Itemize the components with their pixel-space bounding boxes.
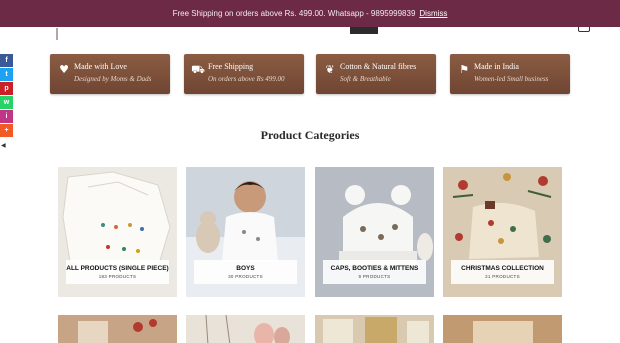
hide-share-toggle[interactable]: ◀ xyxy=(1,142,6,149)
feature-title: Free Shipping xyxy=(208,62,254,71)
feature-title: Made in India xyxy=(474,62,519,71)
feature-subtitle: On orders above Rs 499.00 xyxy=(208,75,285,83)
category-count: 9 PRODUCTS xyxy=(358,274,391,279)
dismiss-link[interactable]: Dismiss xyxy=(419,9,447,18)
category-label: ALL PRODUCTS (SINGLE PIECE) 183 PRODUCTS xyxy=(66,260,169,284)
category-label: CHRISTMAS COLLECTION 21 PRODUCTS xyxy=(451,260,554,284)
category-card-row2-3[interactable] xyxy=(315,315,434,343)
category-image xyxy=(315,315,434,343)
category-name: CHRISTMAS COLLECTION xyxy=(461,265,544,272)
twitter-icon[interactable]: t xyxy=(0,68,13,81)
announcement-bar: Free Shipping on orders above Rs. 499.00… xyxy=(0,0,620,27)
category-card-boys[interactable]: BOYS 30 PRODUCTS xyxy=(186,167,305,297)
category-card-row2-2[interactable] xyxy=(186,315,305,343)
category-count: 30 PRODUCTS xyxy=(228,274,263,279)
category-label: CAPS, BOOTIES & MITTENS 9 PRODUCTS xyxy=(323,260,426,284)
feature-title: Made with Love xyxy=(74,62,127,71)
feature-subtitle: Women-led Small business xyxy=(474,75,549,83)
category-card-all-products[interactable]: ALL PRODUCTS (SINGLE PIECE) 183 PRODUCTS xyxy=(58,167,177,297)
pinterest-icon[interactable]: p xyxy=(0,82,13,95)
flag-icon: ⚑ xyxy=(459,63,469,76)
category-name: ALL PRODUCTS (SINGLE PIECE) xyxy=(66,265,169,272)
feature-title: Cotton & Natural fibres xyxy=(340,62,417,71)
category-card-row2-1[interactable] xyxy=(58,315,177,343)
category-name: CAPS, BOOTIES & MITTENS xyxy=(330,265,419,272)
whatsapp-icon[interactable]: w xyxy=(0,96,13,109)
feature-subtitle: Soft & Breathable xyxy=(340,75,391,83)
category-count: 183 PRODUCTS xyxy=(98,274,137,279)
social-share-bar: f t p w i + xyxy=(0,54,13,138)
leaf-icon: ❦ xyxy=(325,63,335,76)
category-image xyxy=(443,315,562,343)
category-image xyxy=(58,315,177,343)
feature-made-in-india: ⚑ Made in India Women-led Small business xyxy=(450,54,570,94)
category-label: BOYS 30 PRODUCTS xyxy=(194,260,297,284)
category-image xyxy=(186,315,305,343)
facebook-icon[interactable]: f xyxy=(0,54,13,67)
section-title: Product Categories xyxy=(260,128,360,142)
category-card-row2-4[interactable] xyxy=(443,315,562,343)
truck-icon: ⛟ xyxy=(191,63,205,76)
heart-icon: ♥ xyxy=(59,63,69,76)
feature-cotton: ❦ Cotton & Natural fibres Soft & Breatha… xyxy=(316,54,436,94)
announcement-text: Free Shipping on orders above Rs. 499.00… xyxy=(172,9,416,18)
feature-strip: ♥ Made with Love Designed by Moms & Dads… xyxy=(50,54,570,94)
instagram-icon[interactable]: i xyxy=(0,110,13,123)
category-card-christmas[interactable]: CHRISTMAS COLLECTION 21 PRODUCTS xyxy=(443,167,562,297)
category-name: BOYS xyxy=(236,265,255,272)
feature-made-with-love: ♥ Made with Love Designed by Moms & Dads xyxy=(50,54,170,94)
category-count: 21 PRODUCTS xyxy=(485,274,520,279)
feature-subtitle: Designed by Moms & Dads xyxy=(74,75,152,83)
category-card-caps-booties[interactable]: CAPS, BOOTIES & MITTENS 9 PRODUCTS xyxy=(315,167,434,297)
feature-free-shipping: ⛟ Free Shipping On orders above Rs 499.0… xyxy=(184,54,304,94)
